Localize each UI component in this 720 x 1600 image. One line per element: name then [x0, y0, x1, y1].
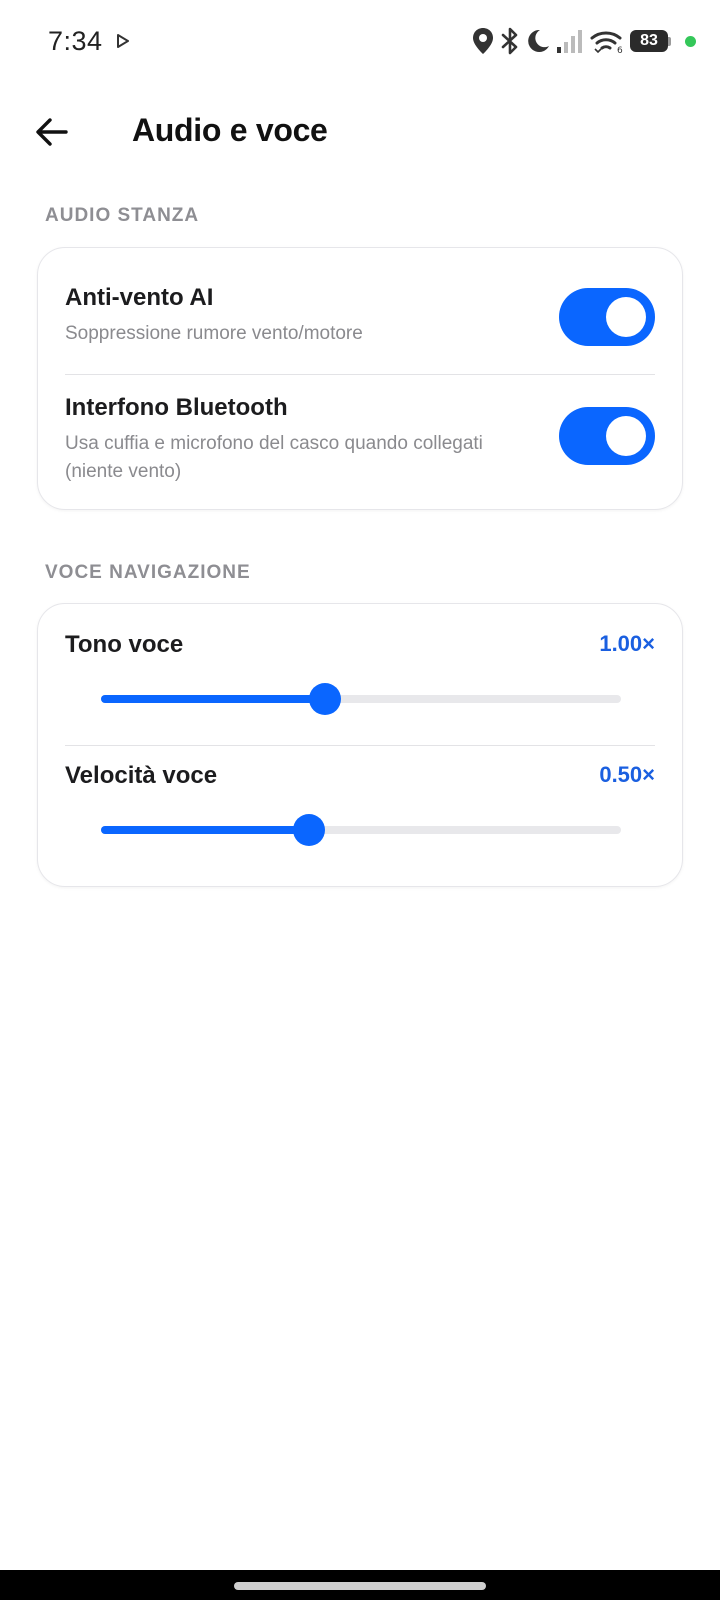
setting-row-anti-wind: Anti-vento AI Soppressione rumore vento/…: [65, 284, 655, 364]
play-store-icon: [117, 34, 129, 48]
signal-icon: [557, 30, 582, 53]
svg-text:6: 6: [617, 46, 623, 54]
wifi-icon: 6: [590, 31, 623, 54]
setting-subtitle: Usa cuffia e microfono del casco quando …: [65, 433, 483, 482]
screen: 7:34 6 83 Audio e voce AUDIO STANZA Anti…: [0, 0, 720, 1600]
bluetooth-icon: [501, 27, 518, 55]
location-icon: [473, 28, 493, 54]
section-label-voice: VOCE NAVIGAZIONE: [45, 562, 251, 583]
bluetooth-intercom-toggle[interactable]: [559, 407, 655, 465]
divider: [65, 374, 655, 375]
divider: [65, 745, 655, 746]
slider-fill: [101, 826, 309, 834]
slider-thumb[interactable]: [308, 683, 341, 715]
voice-pitch-slider[interactable]: [101, 682, 621, 716]
setting-row-bluetooth-intercom: Interfono Bluetooth Usa cuffia e microfo…: [65, 394, 655, 494]
battery-level: 83: [630, 30, 668, 52]
voice-settings-card: Tono voce 1.00× Velocità voce 0.50×: [37, 603, 683, 887]
arrow-back-icon: [36, 118, 68, 146]
status-time: 7:34: [48, 26, 103, 56]
setting-title: Tono voce: [65, 631, 184, 658]
setting-title: Velocità voce: [65, 762, 218, 789]
setting-row-voice-speed: Velocità voce 0.50×: [65, 762, 655, 862]
back-button[interactable]: [28, 108, 76, 156]
section-label-audio: AUDIO STANZA: [45, 205, 200, 226]
home-indicator[interactable]: [234, 1582, 486, 1590]
setting-row-voice-pitch: Tono voce 1.00×: [65, 631, 655, 731]
do-not-disturb-moon-icon: [528, 29, 549, 52]
speed-value: 0.50×: [599, 762, 655, 787]
battery-tip: [668, 36, 671, 46]
system-navigation-bar: [0, 1570, 720, 1600]
battery-indicator: 83: [630, 30, 671, 52]
toggle-knob: [606, 416, 646, 456]
slider-fill: [101, 695, 325, 703]
status-icons: 6 83: [472, 26, 696, 56]
header: Audio e voce: [0, 100, 720, 164]
voice-speed-slider[interactable]: [101, 813, 621, 847]
audio-settings-card: Anti-vento AI Soppressione rumore vento/…: [37, 247, 683, 510]
status-bar: 7:34 6 83: [0, 0, 720, 84]
page-title: Audio e voce: [132, 112, 328, 148]
toggle-knob: [606, 297, 646, 337]
anti-wind-toggle[interactable]: [559, 288, 655, 346]
slider-thumb[interactable]: [293, 814, 325, 846]
pitch-value: 1.00×: [599, 631, 655, 656]
privacy-indicator-dot: [685, 35, 696, 47]
